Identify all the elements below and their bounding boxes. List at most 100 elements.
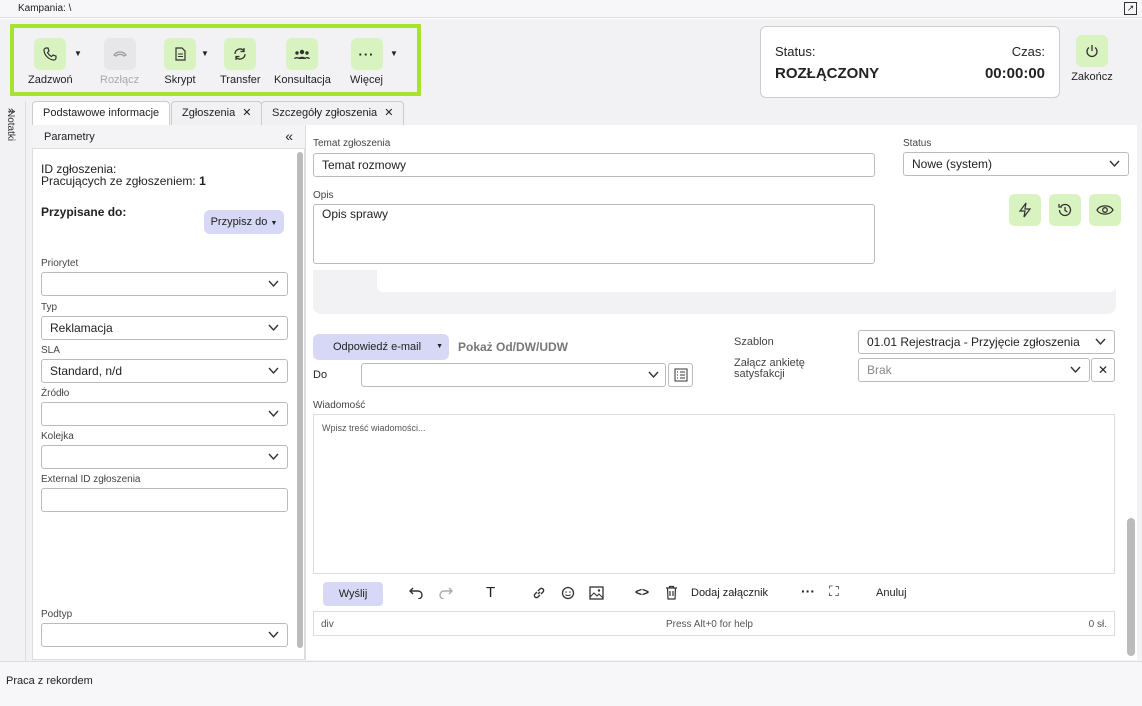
template-value: 01.01 Rejestracja - Przyjęcie zgłoszenia: [867, 335, 1080, 349]
expand-icon[interactable]: ↗: [1124, 2, 1137, 15]
right-scrollbar[interactable]: [1127, 518, 1135, 656]
source-select[interactable]: [41, 402, 288, 426]
working-label: Pracujących ze zgłoszeniem:: [41, 174, 196, 188]
status-select[interactable]: Nowe (system): [903, 152, 1129, 176]
preview-button[interactable]: [1089, 194, 1121, 226]
survey-value: Brak: [867, 363, 892, 377]
status-label: Status:: [775, 44, 816, 59]
top-strip: [0, 0, 1142, 18]
power-icon: [1086, 45, 1098, 58]
type-label: Typ: [41, 302, 58, 313]
survey-label: Załącz ankietę satysfakcji: [734, 357, 805, 380]
type-value: Reklamacja: [50, 321, 113, 335]
status-select-value: Nowe (system): [912, 157, 993, 171]
queue-select[interactable]: [41, 445, 288, 469]
transfer-button[interactable]: Transfer: [220, 38, 261, 86]
campaign-label: Kampania: \: [18, 3, 72, 14]
bolt-icon: [1018, 202, 1032, 218]
element-path: div: [321, 619, 334, 630]
show-cc-link[interactable]: Pokaż Od/DW/UDW: [458, 340, 568, 354]
history-button[interactable]: [1049, 194, 1081, 226]
to-select[interactable]: [361, 363, 666, 387]
undo-icon[interactable]: [409, 587, 423, 599]
emoji-icon[interactable]: [561, 586, 575, 600]
tab-basic-info[interactable]: Podstawowe informacje: [32, 101, 171, 125]
disconnect-label: Rozłącz: [100, 74, 140, 86]
caret-down-icon[interactable]: ▼: [436, 334, 443, 360]
consult-label: Konsultacja: [274, 74, 331, 86]
cancel-button[interactable]: Anuluj: [876, 587, 907, 599]
finish-label: Zakończ: [1071, 71, 1113, 83]
assigned-label: Przypisane do:: [41, 205, 127, 219]
subtype-select[interactable]: [41, 623, 288, 647]
trash-icon[interactable]: [665, 585, 678, 600]
more-label: Więcej: [350, 74, 384, 86]
tab-ticket-details[interactable]: Szczegóły zgłoszenia ✕: [261, 101, 405, 125]
type-select[interactable]: Reklamacja: [41, 316, 288, 340]
document-icon: [175, 47, 186, 61]
tab-label: Podstawowe informacje: [43, 107, 160, 119]
redo-icon[interactable]: [439, 587, 453, 599]
description-textarea[interactable]: Opis sprawy: [313, 204, 875, 264]
chevron-down-icon: [268, 367, 279, 375]
finish-button[interactable]: Zakończ: [1070, 35, 1114, 83]
left-scrollbar[interactable]: [297, 152, 303, 648]
message-label: Wiadomość: [313, 400, 366, 411]
footer-bar: Praca z rekordem: [0, 661, 1142, 706]
tab-tickets[interactable]: Zgłoszenia ✕: [171, 101, 263, 125]
collapse-icon[interactable]: «: [285, 128, 293, 144]
sla-label: SLA: [41, 345, 60, 356]
close-icon[interactable]: ✕: [242, 107, 251, 119]
notes-sidebar[interactable]: »: [0, 101, 26, 661]
text-format-icon[interactable]: T: [486, 584, 495, 601]
description-label: Opis: [313, 190, 334, 201]
link-icon[interactable]: [532, 586, 546, 600]
subtype-label: Podtyp: [41, 609, 73, 620]
code-icon[interactable]: <>: [635, 585, 649, 599]
template-select[interactable]: 01.01 Rejestracja - Przyjęcie zgłoszenia: [858, 330, 1115, 354]
sla-select[interactable]: Standard, n/d: [41, 359, 288, 383]
fullscreen-icon[interactable]: ⛶: [829, 583, 839, 600]
add-attachment-button[interactable]: Dodaj załącznik: [691, 587, 768, 599]
editor-statusbar: div Press Alt+0 for help 0 sł.: [313, 611, 1115, 636]
status-card: Status: ROZŁĄCZONY Czas: 00:00:00: [760, 26, 1060, 98]
sla-value: Standard, n/d: [50, 364, 123, 378]
close-icon[interactable]: ✕: [384, 107, 393, 119]
send-button[interactable]: Wyślij: [323, 582, 383, 606]
call-button[interactable]: Zadzwoń: [28, 38, 73, 86]
address-book-button[interactable]: [668, 363, 693, 387]
footer-label: Praca z rekordem: [6, 675, 93, 687]
chevron-down-icon: [268, 410, 279, 418]
script-label: Skrypt: [164, 74, 196, 86]
more-dropdown-icon[interactable]: ▼: [390, 49, 398, 58]
consult-button[interactable]: Konsultacja: [274, 38, 331, 86]
call-dropdown-icon[interactable]: ▼: [74, 49, 82, 58]
parameters-header: Parametry «: [32, 125, 305, 149]
more-options-icon[interactable]: ···: [801, 583, 815, 599]
external-id-input[interactable]: [41, 488, 288, 512]
subject-input[interactable]: Temat rozmowy: [313, 153, 875, 177]
quick-action-button[interactable]: [1009, 194, 1041, 226]
editor-toolbar: Wyślij T <> Dodaj załącznik ··· ⛶ Anuluj: [313, 573, 1115, 611]
more-button[interactable]: ··· Więcej: [350, 38, 383, 86]
chevron-down-icon: [648, 371, 659, 379]
chevron-down-icon: [268, 324, 279, 332]
reply-email-button[interactable]: Odpowiedź e-mail ▼: [313, 334, 449, 360]
survey-select[interactable]: Brak: [858, 358, 1090, 382]
image-icon[interactable]: [589, 586, 604, 600]
reply-email-label: Odpowiedź e-mail: [333, 341, 422, 353]
subject-value: Temat rozmowy: [322, 158, 407, 172]
chevron-down-icon: [1109, 160, 1120, 168]
assign-button[interactable]: Przypisz do ▼: [204, 210, 284, 234]
priority-select[interactable]: [41, 272, 288, 296]
script-dropdown-icon[interactable]: ▼: [201, 49, 209, 58]
users-icon: [294, 49, 311, 59]
clear-survey-button[interactable]: ✕: [1091, 358, 1115, 382]
message-placeholder: Wpisz treść wiadomości...: [322, 423, 426, 433]
history-icon: [1058, 203, 1072, 217]
call-label: Zadzwoń: [28, 74, 73, 86]
external-id-label: External ID zgłoszenia: [41, 474, 141, 485]
working-count-row: Pracujących ze zgłoszeniem: 1: [41, 174, 206, 188]
script-button[interactable]: Skrypt: [164, 38, 196, 86]
disconnect-button[interactable]: Rozłącz: [100, 38, 139, 86]
